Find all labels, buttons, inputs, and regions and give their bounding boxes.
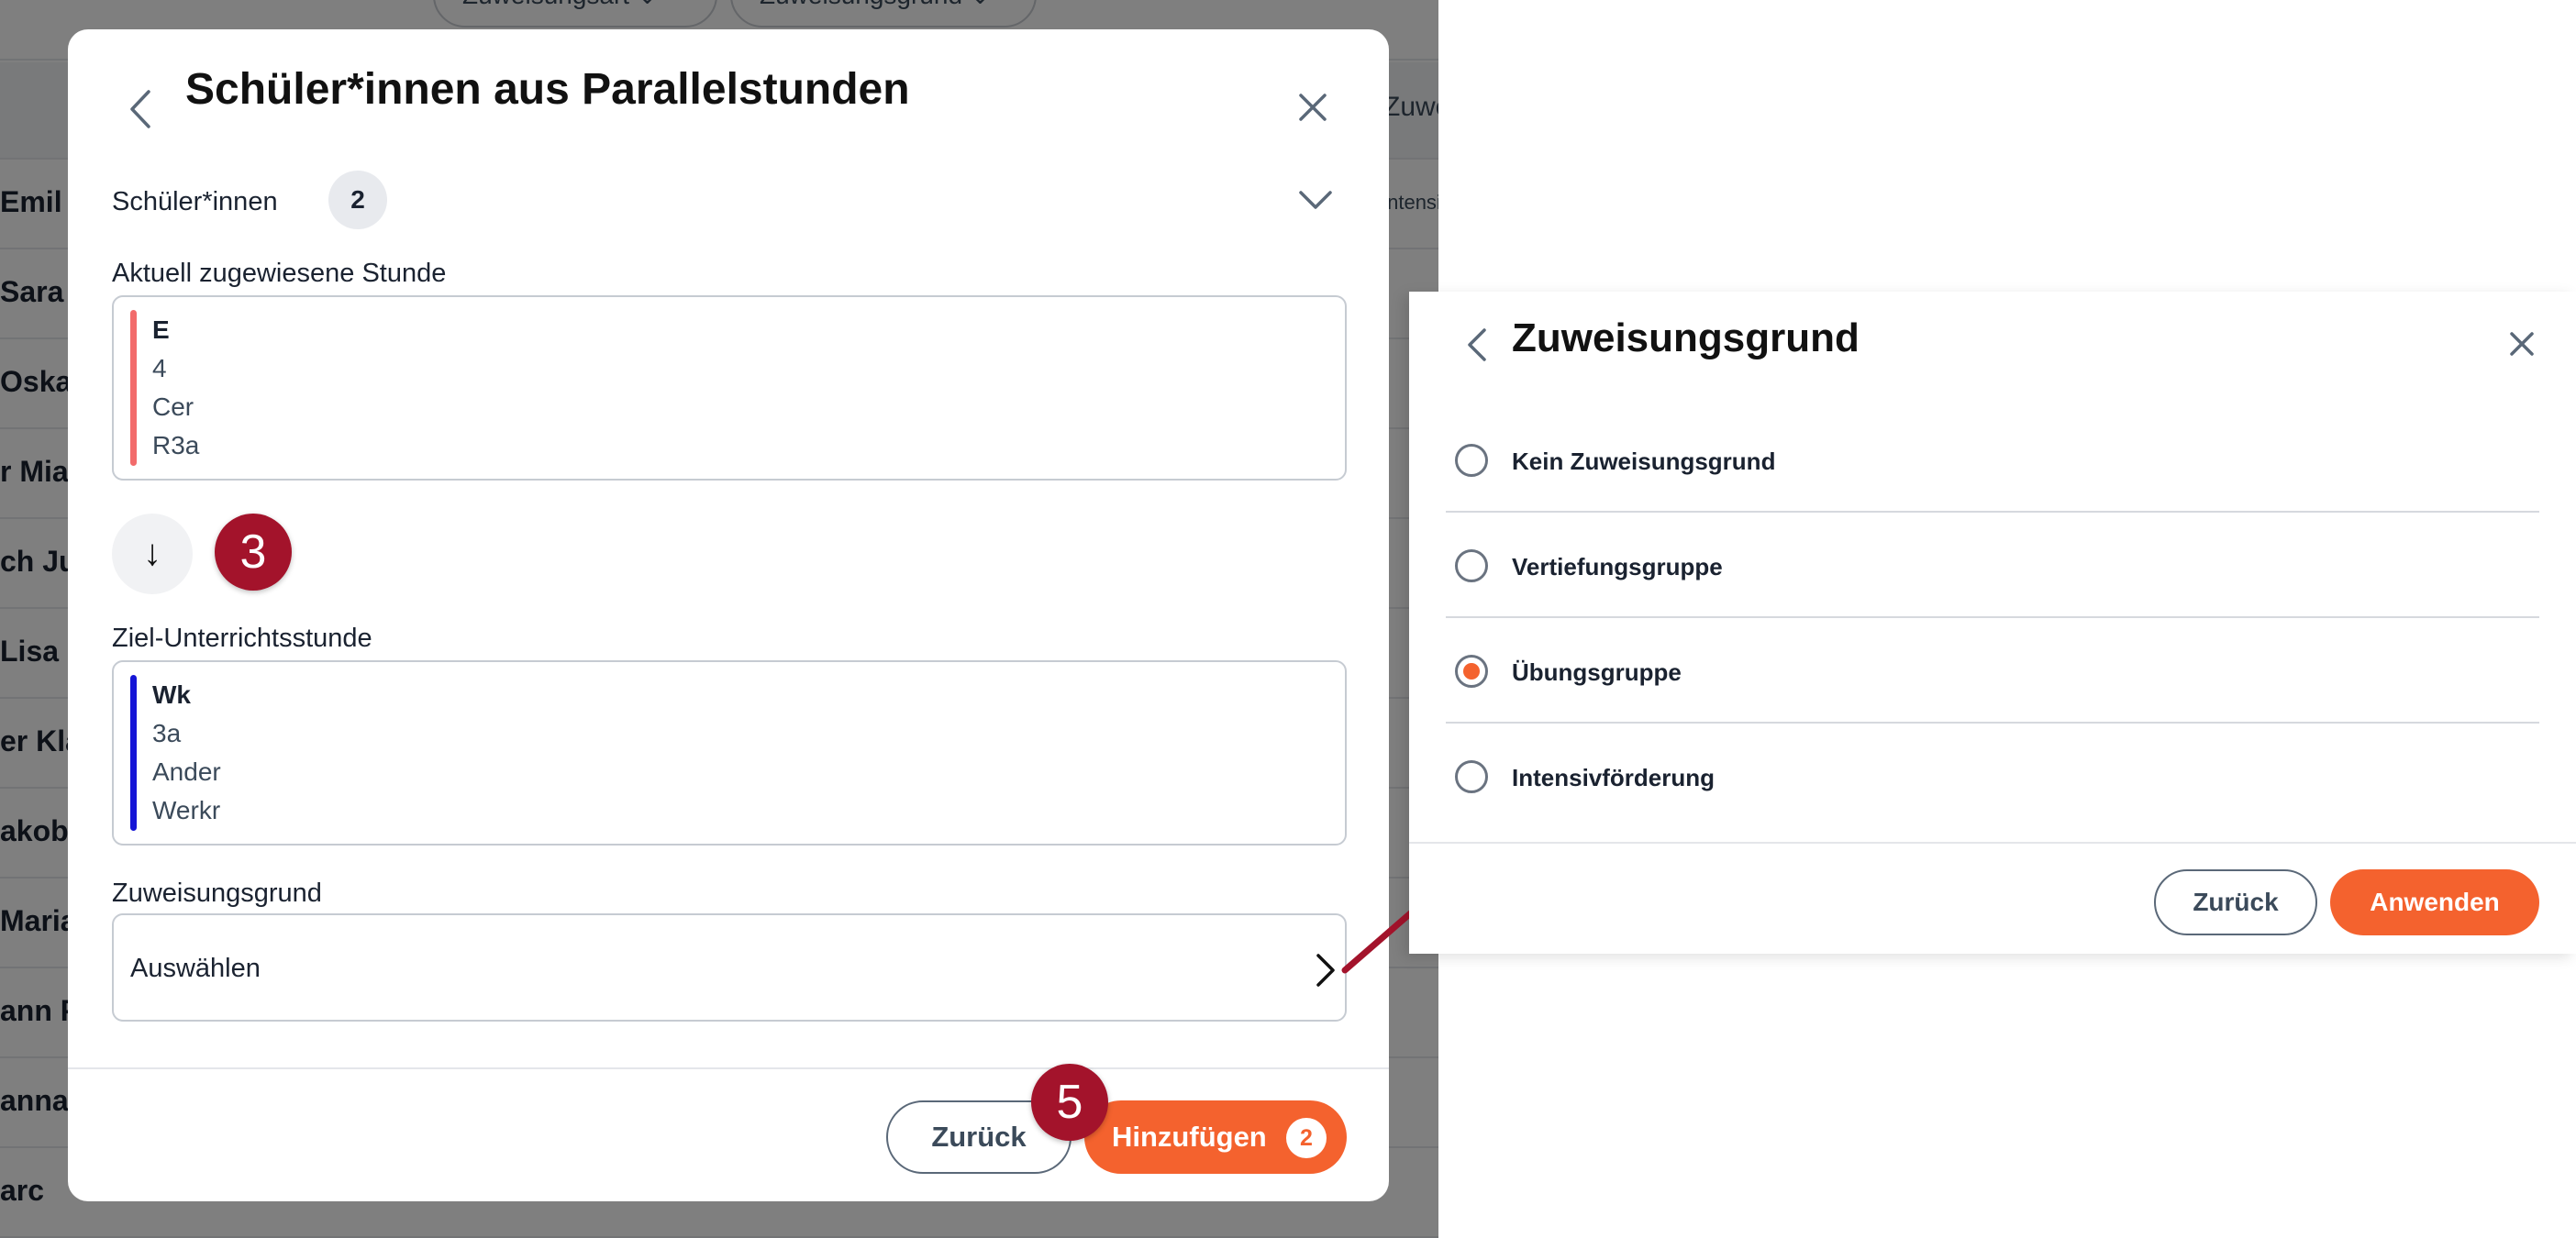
lesson-subject: Wk — [152, 680, 191, 709]
lesson-class: 3a — [152, 719, 182, 747]
lesson-subject: E — [152, 315, 170, 344]
reason-option[interactable]: Kein Zuweisungsgrund — [1446, 407, 2539, 513]
reason-option[interactable]: Intensivförderung — [1446, 724, 2539, 829]
chevron-down-icon[interactable] — [1297, 185, 1334, 213]
lesson-class: 4 — [152, 354, 167, 382]
back-icon[interactable] — [123, 86, 160, 132]
lesson-teacher: Cer — [152, 392, 194, 421]
reason-label: Zuweisungsgrund — [112, 879, 322, 908]
step-badge-5: 5 — [1031, 1064, 1108, 1141]
option-label: Vertiefungsgruppe — [1512, 553, 1723, 580]
current-lesson-card: E 4 Cer R3a — [112, 295, 1347, 481]
lesson-color-bar — [130, 310, 137, 466]
radio-button[interactable] — [1455, 655, 1488, 688]
radio-button[interactable] — [1455, 549, 1488, 582]
close-icon[interactable] — [1290, 84, 1336, 130]
target-lesson-card: Wk 3a Ander Werkr — [112, 660, 1347, 846]
lesson-room: R3a — [152, 431, 200, 459]
step-badge-3: 3 — [215, 514, 292, 591]
students-count-badge: 2 — [328, 171, 387, 229]
option-label: Intensivförderung — [1512, 764, 1715, 791]
add-button[interactable]: Hinzufügen 2 — [1084, 1100, 1347, 1174]
add-count-badge: 2 — [1286, 1118, 1327, 1158]
add-button-label: Hinzufügen — [1112, 1121, 1267, 1153]
reason-option[interactable]: Vertiefungsgruppe — [1446, 513, 2539, 618]
arrow-down-icon[interactable]: ↓ — [112, 514, 193, 594]
radio-button[interactable] — [1455, 760, 1488, 793]
back-icon[interactable] — [1462, 325, 1492, 365]
parallel-students-modal: Schüler*innen aus Parallelstunden Schüle… — [68, 29, 1389, 1201]
modal-title: Schüler*innen aus Parallelstunden — [185, 65, 910, 114]
reason-panel: Zuweisungsgrund Kein Zuweisungsgrund Ver… — [1409, 292, 2576, 954]
current-lesson-label: Aktuell zugewiesene Stunde — [112, 259, 447, 288]
option-label: Übungsgruppe — [1512, 658, 1682, 686]
radio-button[interactable] — [1455, 444, 1488, 477]
option-label: Kein Zuweisungsgrund — [1512, 448, 1776, 475]
lesson-room: Werkr — [152, 796, 221, 824]
target-lesson-label: Ziel-Unterrichtsstunde — [112, 624, 372, 653]
panel-title: Zuweisungsgrund — [1512, 315, 1860, 360]
students-label: Schüler*innen — [112, 187, 278, 216]
close-icon[interactable] — [2504, 326, 2539, 361]
radio-selected-dot — [1463, 663, 1480, 680]
lesson-teacher: Ander — [152, 757, 221, 786]
apply-button[interactable]: Anwenden — [2330, 869, 2539, 935]
students-accordion[interactable]: Schüler*innen 2 — [112, 169, 1350, 233]
reason-select[interactable]: Auswählen — [112, 913, 1347, 1022]
reason-select-placeholder: Auswählen — [130, 954, 261, 983]
reason-option[interactable]: Übungsgruppe — [1446, 618, 2539, 724]
lesson-color-bar — [130, 675, 137, 831]
footer-divider — [1409, 842, 2576, 844]
back-button[interactable]: Zurück — [2154, 869, 2317, 935]
footer-divider — [68, 1067, 1389, 1069]
